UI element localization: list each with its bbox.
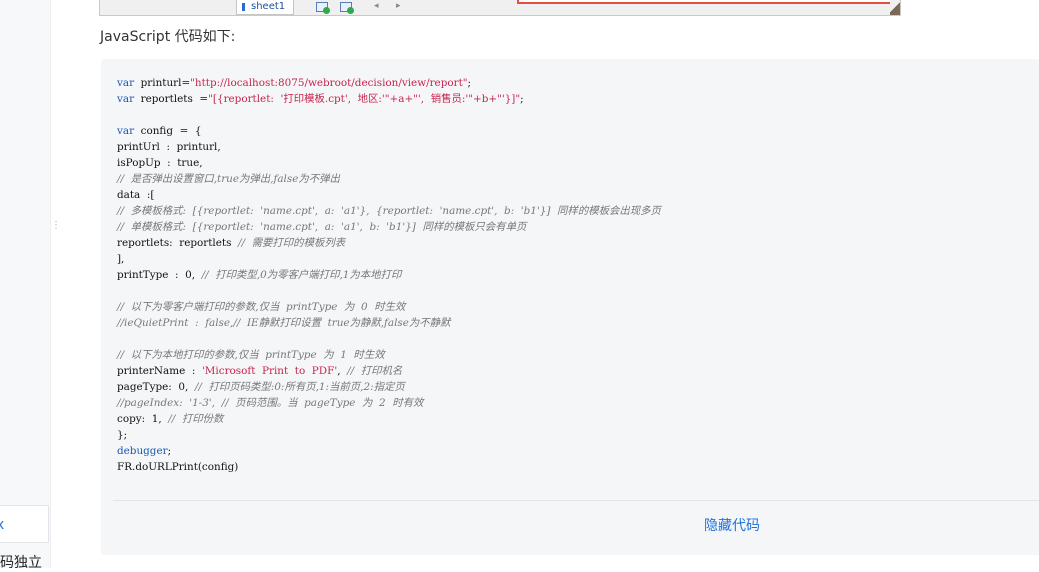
code-token: ; xyxy=(520,93,524,105)
code-token: //ieQuietPrint : false,// IE静默打印设置 true为… xyxy=(117,317,451,329)
code-token: }; xyxy=(117,429,128,441)
code-token: printurl= xyxy=(134,77,191,89)
code-token: ; xyxy=(167,445,172,457)
code-line: // 以下为零客户端打印的参数,仅当 printType 为 0 时生效 xyxy=(117,299,661,315)
code-token: ], xyxy=(117,253,125,265)
code-line: // 多模板格式: [{reportlet: 'name.cpt', a: 'a… xyxy=(117,203,661,219)
code-token: printerName : xyxy=(117,365,202,377)
code-token: // 单模板格式: [{reportlet: 'name.cpt', a: 'a… xyxy=(117,221,527,233)
code-token: // 需要打印的模板列表 xyxy=(238,237,346,249)
resize-handle-icon[interactable]: ⋮ xyxy=(51,221,61,240)
code-line: printerName : 'Microsoft Print to PDF', … xyxy=(117,363,661,379)
image-corner xyxy=(890,0,900,15)
code-token: var xyxy=(117,93,135,105)
code-line: //ieQuietPrint : false,// IE静默打印设置 true为… xyxy=(117,315,661,331)
code-token: pageType: 0, xyxy=(117,381,195,393)
add-sheet-icon xyxy=(316,2,330,14)
code-line: // 单模板格式: [{reportlet: 'name.cpt', a: 'a… xyxy=(117,219,661,235)
code-token: reportlets = xyxy=(134,93,209,105)
scroll-left-icon: ◂ xyxy=(374,1,379,11)
code-token: config = { xyxy=(134,125,202,137)
add-sheet-alt-icon xyxy=(340,2,354,14)
code-line: }; xyxy=(117,427,661,443)
code-token: FR.doURLPrint(config) xyxy=(117,461,239,473)
code-line: printUrl : printurl, xyxy=(117,139,661,155)
code-token: //pageIndex: '1-3', // 页码范围。当 pageType 为… xyxy=(117,397,424,409)
code-line: pageType: 0, // 打印页码类型:0:所有页,1:当前页,2:指定页 xyxy=(117,379,661,395)
code-line: var config = { xyxy=(117,123,661,139)
code-intro-text: JavaScript 代码如下: xyxy=(100,29,236,45)
code-token: var xyxy=(117,125,135,137)
code-token: "[{reportlet: '打印模板.cpt', 地区:'"+a+"', 销售… xyxy=(208,93,521,105)
code-line: FR.doURLPrint(config) xyxy=(117,459,661,475)
code-token: ; xyxy=(467,77,472,89)
code-token: // 打印份数 xyxy=(168,413,224,425)
code-token: printUrl : printurl, xyxy=(117,141,221,153)
code-token: "http://localhost:8075/webroot/decision/… xyxy=(190,77,468,89)
sidebar-partial-text: 码独立 xyxy=(0,555,42,571)
code-token: data :[ xyxy=(117,189,155,201)
left-sidebar xyxy=(0,0,51,568)
code-token: reportlets: reportlets xyxy=(117,237,239,249)
sheet-tab-label: sheet1 xyxy=(251,1,286,12)
code-divider xyxy=(113,500,1039,501)
code-token: isPopUp : true, xyxy=(117,157,203,169)
code-token: // 打印页码类型:0:所有页,1:当前页,2:指定页 xyxy=(194,381,405,393)
code-block: var printurl="http://localhost:8075/webr… xyxy=(101,59,1039,555)
code-line: var reportlets ="[{reportlet: '打印模板.cpt'… xyxy=(117,91,661,107)
hide-code-button[interactable]: 隐藏代码 xyxy=(704,515,760,535)
code-token: , xyxy=(337,365,348,377)
code-line: isPopUp : true, xyxy=(117,155,661,171)
code-line: data :[ xyxy=(117,187,661,203)
sidebar-card[interactable]: x xyxy=(0,505,49,543)
code-line: printType : 0, // 打印类型,0为零客户端打印,1为本地打印 xyxy=(117,267,661,283)
code-line: copy: 1, // 打印份数 xyxy=(117,411,661,427)
code-token: copy: 1, xyxy=(117,413,169,425)
excel-screenshot-fragment: sheet1 ◂ ▸ xyxy=(99,0,901,16)
code-line: //pageIndex: '1-3', // 页码范围。当 pageType 为… xyxy=(117,395,661,411)
code-token: // 打印机名 xyxy=(347,365,403,377)
scroll-right-icon: ▸ xyxy=(396,1,401,11)
code-token: // 是否弹出设置窗口,true为弹出,false为不弹出 xyxy=(117,173,340,185)
code-line: ], xyxy=(117,251,661,267)
code-content: var printurl="http://localhost:8075/webr… xyxy=(117,75,661,475)
code-token: // 以下为本地打印的参数,仅当 printType 为 1 时生效 xyxy=(117,349,385,361)
code-token: printType : 0, xyxy=(117,269,202,281)
sidebar-card-label: x xyxy=(0,517,5,533)
code-token: var xyxy=(117,77,135,89)
code-token: 'Microsoft Print to PDF' xyxy=(201,365,338,377)
code-line: debugger; xyxy=(117,443,661,459)
code-token: // 打印类型,0为零客户端打印,1为本地打印 xyxy=(201,269,402,281)
sheet-tab: sheet1 xyxy=(236,0,295,15)
highlight-box xyxy=(517,0,900,4)
code-line: var printurl="http://localhost:8075/webr… xyxy=(117,75,661,91)
sheet-tab-marker-icon xyxy=(242,3,245,11)
code-line: reportlets: reportlets // 需要打印的模板列表 xyxy=(117,235,661,251)
code-token: debugger xyxy=(117,445,168,457)
code-line: // 以下为本地打印的参数,仅当 printType 为 1 时生效 xyxy=(117,347,661,363)
code-line: // 是否弹出设置窗口,true为弹出,false为不弹出 xyxy=(117,171,661,187)
code-token: // 以下为零客户端打印的参数,仅当 printType 为 0 时生效 xyxy=(117,301,406,313)
code-token: // 多模板格式: [{reportlet: 'name.cpt', a: 'a… xyxy=(117,205,661,217)
